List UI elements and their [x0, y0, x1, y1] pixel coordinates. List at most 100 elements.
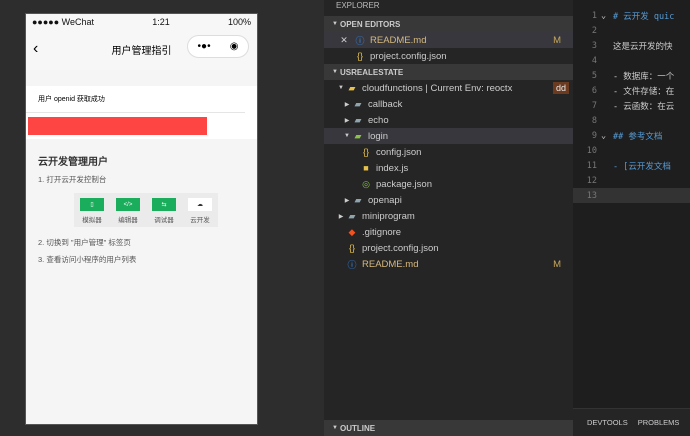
modified-badge: M: [553, 34, 561, 46]
modified-badge: M: [553, 258, 561, 270]
line-number: 3: [591, 40, 597, 51]
folder-name: echo: [368, 114, 389, 126]
fold-icon[interactable]: ⌄: [601, 131, 613, 141]
tab-problems[interactable]: PROBLEMS: [638, 418, 680, 427]
tree-config-json[interactable]: {} config.json: [324, 144, 573, 160]
code-line: 6 - 文件存储：在: [573, 83, 690, 98]
code-line: 4: [573, 53, 690, 68]
file-name: README.md: [362, 258, 419, 270]
line-number: 1: [591, 10, 597, 21]
outline-header[interactable]: ▼ OUTLINE: [324, 420, 573, 436]
section-label: OUTLINE: [340, 423, 376, 433]
json-icon: {}: [362, 147, 369, 157]
code-line: 3 这是云开发的快: [573, 38, 690, 53]
tree-openapi[interactable]: ▶ ▰ openapi: [324, 192, 573, 208]
openid-value-redacted: [28, 117, 207, 135]
js-icon: ■: [363, 163, 369, 173]
step-2: 2. 切换到 "用户管理" 标签页: [38, 238, 131, 247]
tool-label: 云开发: [190, 217, 210, 224]
close-icon[interactable]: ✕: [338, 35, 350, 46]
line-number: 13: [586, 190, 597, 201]
folder-open-icon: ▰: [348, 82, 356, 93]
more-icon[interactable]: •●•: [198, 41, 211, 52]
line-number: 7: [591, 100, 597, 111]
nav-bar: ‹ 用户管理指引 •●• ◉: [26, 30, 257, 70]
tree-project-config[interactable]: {} project.config.json: [324, 240, 573, 256]
line-text: # 云开发 quic: [613, 11, 675, 22]
code-line: 9 ⌄ ## 参考文档: [573, 128, 690, 143]
status-bar: ●●●●● WeChat 1:21 100%: [26, 14, 257, 30]
line-number: 2: [591, 25, 597, 36]
git-icon: ◆: [348, 226, 356, 237]
code-line: 7 - 云函数：在云: [573, 98, 690, 113]
tree-readme[interactable]: ⓘ README.md M: [324, 256, 573, 272]
code-line: 1 ⌄ # 云开发 quic: [573, 8, 690, 23]
tree-gitignore[interactable]: ◆ .gitignore: [324, 224, 573, 240]
tree-cloudfunctions[interactable]: ▼ ▰ cloudfunctions | Current Env: reoctx dd: [324, 80, 573, 96]
code-line: 12: [573, 173, 690, 188]
code-icon: </>: [116, 198, 140, 211]
fold-icon[interactable]: ⌄: [601, 11, 613, 21]
folder-name: callback: [368, 98, 403, 110]
tree-callback[interactable]: ▶ ▰ callback: [324, 96, 573, 112]
code-line: 2: [573, 23, 690, 38]
env-badge: dd: [552, 82, 569, 94]
open-editor-readme[interactable]: ✕ ⓘ README.md M: [324, 32, 573, 48]
file-name: .gitignore: [362, 226, 402, 238]
line-text: - 文件存储：在: [613, 86, 675, 97]
carrier: ●●●●● WeChat: [32, 17, 95, 27]
open-editor-project-config[interactable]: {} project.config.json: [324, 48, 573, 64]
folder-icon: ▰: [348, 210, 356, 221]
line-number: 6: [591, 85, 597, 96]
simulator-icon: ▯: [80, 198, 104, 211]
code-editor[interactable]: 1 ⌄ # 云开发 quic 2 3 这是云开发的快 4 5- 数据库：一个 6- 文件存储：在…: [573, 0, 690, 408]
tool-debugger: ⇆ 调试器: [152, 198, 176, 227]
folder-name: openapi: [368, 194, 402, 206]
line-text: - 数据库：一个: [613, 71, 675, 82]
line-number: 5: [591, 70, 597, 81]
project-header[interactable]: ▼ USREALESTATE: [324, 64, 573, 80]
line-number: 10: [586, 145, 597, 156]
folder-icon: ▰: [354, 194, 362, 205]
editor-lines: 1 ⌄ # 云开发 quic 2 3 这是云开发的快 4 5- 数据库：一个 6- 文件存储：在…: [573, 8, 690, 203]
explorer-title: EXPLORER: [336, 1, 380, 10]
tree-package-json[interactable]: ◎ package.json: [324, 176, 573, 192]
folder-name: cloudfunctions | Current Env: reoctx: [362, 82, 513, 94]
section-label: USREALESTATE: [340, 67, 404, 77]
info-icon: ⓘ: [355, 35, 365, 46]
json-icon: {}: [348, 243, 355, 253]
file-name: README.md: [370, 34, 427, 46]
step-3: 3. 查看访问小程序的用户列表: [38, 255, 137, 264]
time: 1:21: [152, 17, 170, 27]
close-target-icon[interactable]: ◉: [230, 41, 239, 52]
open-editors-header[interactable]: ▼ OPEN EDITORS: [324, 16, 573, 32]
openid-card: 用户 openid 获取成功: [26, 86, 257, 139]
tab-devtools[interactable]: DEVTOOLS: [587, 418, 628, 427]
cloud-icon: ☁: [188, 198, 212, 211]
tree-login[interactable]: ▼ ▰ login: [324, 128, 573, 144]
file-name: project.config.json: [362, 242, 439, 254]
line-number: 11: [586, 160, 597, 171]
line-number: 12: [586, 175, 597, 186]
code-line: 8: [573, 113, 690, 128]
file-name: index.js: [376, 162, 409, 174]
line-number: 8: [591, 115, 597, 126]
folder-icon: ▰: [354, 114, 362, 125]
file-name: package.json: [376, 178, 432, 190]
editor-toolbar: [573, 0, 690, 8]
section-heading: 云开发管理用户: [38, 157, 108, 168]
line-text: - 云函数：在云: [613, 101, 675, 112]
folder-name: miniprogram: [362, 210, 415, 222]
explorer-panel: EXPLORER ▼ OPEN EDITORS ✕ ⓘ README.md M {} pr…: [324, 0, 573, 436]
cloud-folder-icon: ▰: [354, 130, 362, 141]
debugger-icon: ⇆: [152, 198, 176, 211]
openid-message: 用户 openid 获取成功: [26, 86, 245, 113]
code-line: 10: [573, 143, 690, 158]
tree-index-js[interactable]: ■ index.js: [324, 160, 573, 176]
tree-echo[interactable]: ▶ ▰ echo: [324, 112, 573, 128]
capsule-menu[interactable]: •●• ◉: [187, 35, 249, 58]
tool-editor: </> 编辑器: [116, 198, 140, 227]
tree-miniprogram[interactable]: ▶ ▰ miniprogram: [324, 208, 573, 224]
code-line: 11 - [云开发文档: [573, 158, 690, 173]
line-number: 9: [591, 130, 597, 141]
